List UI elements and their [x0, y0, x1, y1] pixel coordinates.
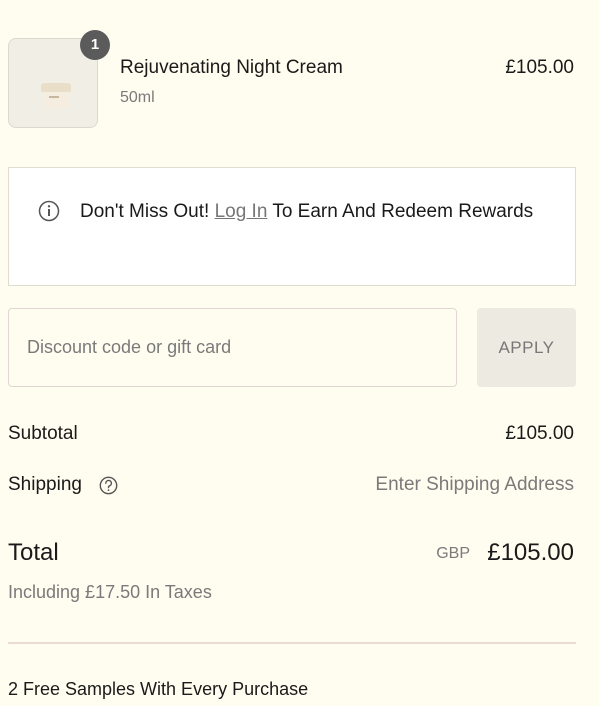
product-name: Rejuvenating Night Cream [120, 57, 343, 78]
notice-text-before: Don't Miss Out! [80, 201, 215, 222]
shipping-label: Shipping [8, 474, 82, 495]
apply-button[interactable]: APPLY [477, 308, 576, 387]
shipping-value: Enter Shipping Address [375, 474, 574, 495]
help-icon[interactable] [99, 476, 118, 495]
rewards-notice: Don't Miss Out! Log In To Earn And Redee… [8, 167, 576, 286]
notice-text-after: To Earn And Redeem Rewards [267, 201, 534, 222]
product-variant: 50ml [120, 89, 155, 106]
quantity-badge: 1 [80, 30, 110, 60]
subtotal-value: £105.00 [505, 423, 574, 444]
subtotal-label: Subtotal [8, 423, 78, 444]
log-in-link[interactable]: Log In [215, 201, 268, 222]
jar-lid [41, 83, 71, 92]
section-divider [8, 642, 576, 644]
tax-note: Including £17.50 In Taxes [8, 582, 212, 602]
jar-label [49, 96, 59, 98]
currency-code: GBP [436, 545, 470, 562]
rewards-notice-text: Don't Miss Out! Log In To Earn And Redee… [80, 196, 550, 228]
total-value: £105.00 [487, 539, 574, 566]
product-price: £105.00 [505, 57, 574, 78]
cream-jar-icon [41, 83, 71, 111]
free-samples-note: 2 Free Samples With Every Purchase [8, 679, 309, 699]
cart-line-item: 1 Rejuvenating Night Cream 50ml £105.00 [8, 30, 574, 130]
total-label: Total [8, 539, 59, 566]
jar-body [43, 92, 69, 108]
discount-code-input[interactable] [8, 308, 457, 387]
info-icon [38, 200, 60, 222]
